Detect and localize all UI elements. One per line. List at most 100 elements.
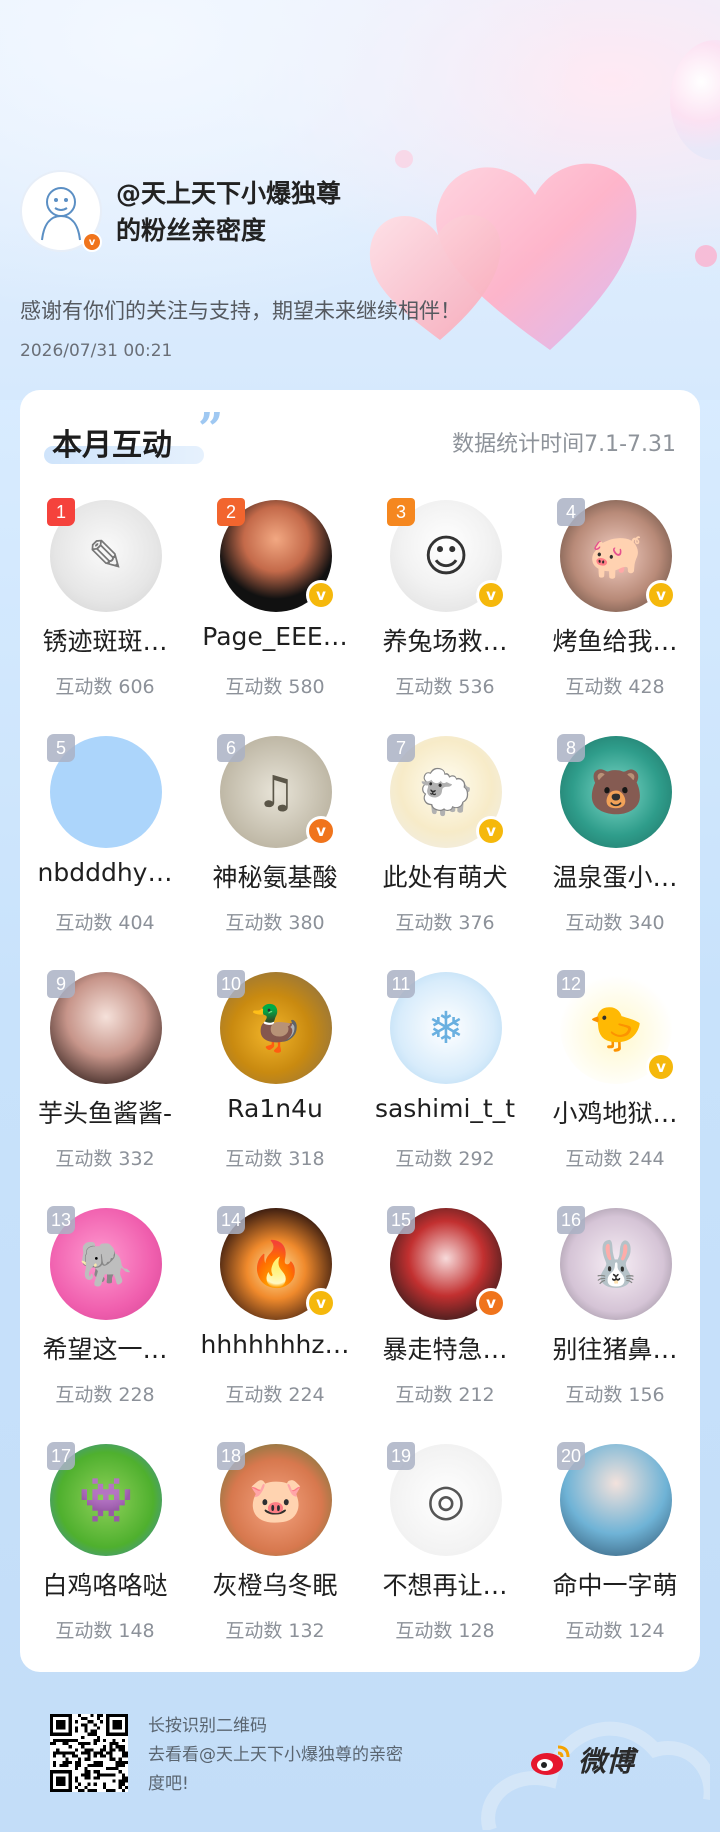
fan-item[interactable]: 2 v Page_EEE… 互动数 580 bbox=[190, 498, 360, 736]
fan-name: 不想再让… bbox=[382, 1571, 508, 1600]
title-line-1: @天上天下小爆独尊 bbox=[116, 179, 342, 208]
fan-item[interactable]: 🐘 13 希望这一… 互动数 228 bbox=[20, 1206, 190, 1444]
fan-interaction-count: 互动数 380 bbox=[225, 912, 325, 934]
fan-name: 希望这一… bbox=[42, 1335, 168, 1364]
rank-badge: 9 bbox=[47, 970, 75, 998]
title-line-2: 的粉丝亲密度 bbox=[116, 216, 267, 245]
footer: 长按识别二维码 去看看@天上天下小爆独尊的亲密 度吧! 微博 bbox=[0, 1680, 720, 1832]
rank-badge: 10 bbox=[217, 970, 245, 998]
fan-avatar-wrap: ✎ 1 bbox=[47, 498, 162, 612]
fan-item[interactable]: 🦆 10 Ra1n4u 互动数 318 bbox=[190, 970, 360, 1208]
footer-text: 长按识别二维码 去看看@天上天下小爆独尊的亲密 度吧! bbox=[148, 1712, 438, 1799]
fan-item[interactable]: 9 芋头鱼酱酱- 互动数 332 bbox=[20, 970, 190, 1208]
fan-avatar-wrap: 🐤 12 v bbox=[557, 970, 676, 1084]
fan-interaction-count: 互动数 318 bbox=[225, 1148, 325, 1170]
fan-interaction-count: 互动数 212 bbox=[395, 1384, 495, 1406]
fan-name: 别往猪鼻… bbox=[552, 1335, 678, 1364]
fan-item[interactable]: 20 命中一字萌互动数 124 bbox=[530, 1442, 700, 1680]
fan-interaction-count: 互动数 224 bbox=[225, 1384, 325, 1406]
fan-interaction-count: 互动数 536 bbox=[395, 676, 495, 698]
fan-avatar-wrap: 2v bbox=[217, 498, 336, 612]
rank-badge: 13 bbox=[47, 1206, 75, 1234]
verified-badge-icon: v bbox=[646, 580, 676, 610]
rank-badge: 2 bbox=[217, 498, 245, 526]
fan-name: 烤鱼给我… bbox=[552, 627, 678, 656]
stat-period: 数据统计时间7.1-7.31 bbox=[452, 432, 676, 457]
fan-interaction-count: 互动数 332 bbox=[55, 1148, 155, 1170]
rank-badge: 8 bbox=[557, 734, 585, 762]
page-title: @天上天下小爆独尊 的粉丝亲密度 bbox=[116, 175, 436, 249]
fan-avatar-wrap: 15 v bbox=[387, 1206, 506, 1320]
fan-item[interactable]: ☺ 3 v 养兔场救… 互动数 536 bbox=[360, 498, 530, 736]
fan-item[interactable]: 🐤 12 v 小鸡地狱… 互动数 244 bbox=[530, 970, 700, 1208]
weibo-eye-icon bbox=[531, 1745, 570, 1775]
fan-item[interactable]: 15 v 暴走特急… 互动数 212 bbox=[360, 1206, 530, 1444]
weibo-brand-text: 微博 bbox=[578, 1745, 635, 1778]
fan-item[interactable]: 🐰 16 别往猪鼻… 互动数 156 bbox=[530, 1206, 700, 1444]
fan-item[interactable]: ✎ 1 锈迹斑斑… 互动数 606 bbox=[20, 498, 190, 736]
fan-interaction-count: 互动数 244 bbox=[565, 1148, 665, 1170]
fan-interaction-count: 互动数 428 bbox=[565, 676, 665, 698]
rank-badge: 5 bbox=[47, 734, 75, 762]
fan-name: 养兔场救… bbox=[382, 627, 508, 656]
fan-interaction-count: 互动数 156 bbox=[565, 1384, 665, 1406]
fan-avatar-wrap: 20 bbox=[557, 1442, 672, 1556]
owner-avatar[interactable]: v bbox=[20, 170, 102, 252]
fan-item[interactable]: 5 nbdddhy… 互动数 404 bbox=[20, 734, 190, 972]
qr-code-icon[interactable] bbox=[50, 1714, 128, 1792]
rank-badge: 16 bbox=[557, 1206, 585, 1234]
fan-avatar-wrap: 5 bbox=[47, 734, 162, 848]
fan-name: hhhhhhhz… bbox=[200, 1330, 350, 1359]
rank-badge: 7 bbox=[387, 734, 415, 762]
fan-item[interactable]: 👾 17 白鸡咯咯哒 互动数 148 bbox=[20, 1442, 190, 1680]
rank-badge: 20 bbox=[557, 1442, 585, 1470]
fan-interaction-count: 互动数 124 bbox=[565, 1620, 665, 1642]
fan-item[interactable]: ♫ 6 v 神秘氨基酸 互动数 380 bbox=[190, 734, 360, 972]
decor-bubble bbox=[670, 40, 720, 160]
fan-name: 命中一字萌 bbox=[552, 1571, 678, 1600]
rank-badge: 11 bbox=[387, 970, 415, 998]
fan-name: Page_EEE… bbox=[202, 622, 348, 651]
footer-line-3: 度吧! bbox=[148, 1774, 189, 1794]
fan-interaction-count: 互动数 132 bbox=[225, 1620, 325, 1642]
fan-avatar-wrap: 🐰 16 bbox=[557, 1206, 672, 1320]
fan-item[interactable]: 🐷 18 灰橙乌冬眠 互动数 132 bbox=[190, 1442, 360, 1680]
fan-avatar-wrap: 🔥 14 v bbox=[217, 1206, 336, 1320]
generated-datetime: 2026/07/31 00:21 bbox=[20, 341, 173, 361]
footer-line-2: 去看看@天上天下小爆独尊的亲密 bbox=[148, 1745, 403, 1765]
fan-item[interactable]: 🔥 14 v hhhhhhhz… 互动数 224 bbox=[190, 1206, 360, 1444]
verified-badge-icon: v bbox=[476, 580, 506, 610]
verified-badge-icon: v bbox=[476, 1288, 506, 1318]
fan-name: 此处有萌犬 bbox=[382, 863, 508, 892]
fan-name: 暴走特急… bbox=[382, 1335, 508, 1364]
rank-badge: 19 bbox=[387, 1442, 415, 1470]
fan-avatar-wrap: 🐘 13 bbox=[47, 1206, 162, 1320]
rank-badge: 12 bbox=[557, 970, 585, 998]
fan-avatar-wrap: 🐷 18 bbox=[217, 1442, 332, 1556]
fan-item[interactable]: ❄ 11 sashimi_t_t 互动数 292 bbox=[360, 970, 530, 1208]
fan-interaction-count: 互动数 404 bbox=[55, 912, 155, 934]
fan-avatar-wrap: 🐖 4 v bbox=[557, 498, 676, 612]
fan-interaction-count: 互动数 128 bbox=[395, 1620, 495, 1642]
rank-badge: 3 bbox=[387, 498, 415, 526]
quote-icon: ” bbox=[198, 404, 224, 455]
fan-name: Ra1n4u bbox=[227, 1094, 323, 1123]
decor-bubble bbox=[695, 245, 717, 267]
fan-name: 锈迹斑斑… bbox=[42, 627, 168, 656]
fan-interaction-count: 互动数 148 bbox=[55, 1620, 155, 1642]
fan-item[interactable]: ◎ 19 不想再让… 互动数 128 bbox=[360, 1442, 530, 1680]
rank-badge: 14 bbox=[217, 1206, 245, 1234]
fan-interaction-count: 互动数 376 bbox=[395, 912, 495, 934]
fan-name: 温泉蛋小… bbox=[552, 863, 678, 892]
verified-badge-icon: v bbox=[306, 1288, 336, 1318]
fan-item[interactable]: 🐻 8 温泉蛋小… 互动数 340 bbox=[530, 734, 700, 972]
fan-name: 神秘氨基酸 bbox=[212, 863, 338, 892]
section-title: 本月互动 bbox=[52, 428, 172, 463]
fan-item[interactable]: 🐑 7 v 此处有萌犬 互动数 376 bbox=[360, 734, 530, 972]
fan-item[interactable]: 🐖 4 v 烤鱼给我… 互动数 428 bbox=[530, 498, 700, 736]
footer-line-1: 长按识别二维码 bbox=[148, 1716, 267, 1736]
verified-badge-icon: v bbox=[306, 580, 336, 610]
rank-badge: 17 bbox=[47, 1442, 75, 1470]
fan-avatar-wrap: 🦆 10 bbox=[217, 970, 332, 1084]
fan-avatar-wrap: ❄ 11 bbox=[387, 970, 502, 1084]
